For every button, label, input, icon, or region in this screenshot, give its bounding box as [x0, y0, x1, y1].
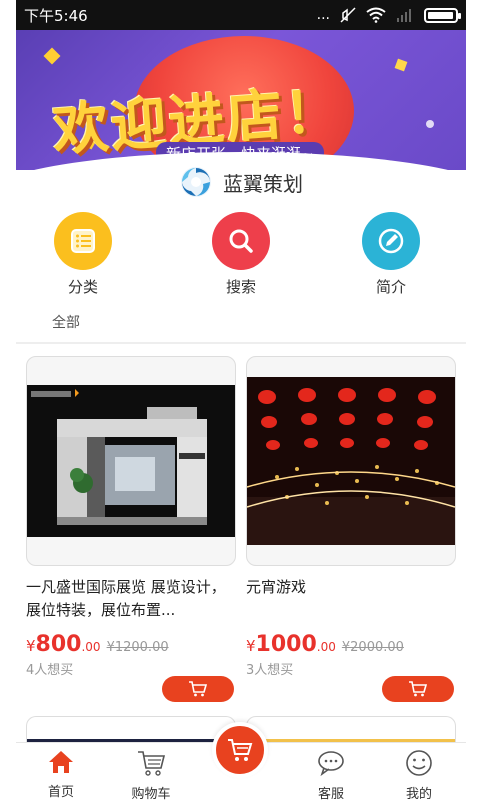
shop-brand: 蓝翼策划: [16, 162, 466, 202]
search-icon: [229, 229, 253, 253]
red-lanterns-image: [247, 377, 455, 545]
cart-icon: [228, 739, 253, 761]
chat-icon: [318, 751, 344, 777]
blue-swirl-logo-icon: [181, 167, 211, 197]
edit-icon: [378, 228, 404, 254]
price-decimal: .00: [81, 640, 101, 654]
exhibition-booth-image: [27, 385, 235, 537]
original-price: ¥2000.00: [341, 640, 404, 655]
nav-category-label: 分类: [67, 278, 98, 296]
list-icon: [71, 229, 95, 253]
home-icon: [49, 751, 73, 773]
battery-icon: [424, 7, 461, 23]
more-dots-icon: ...: [316, 7, 330, 23]
add-to-cart-button[interactable]: [162, 676, 234, 702]
cart-icon: [409, 681, 428, 697]
product-card[interactable]: 一凡盛世国际展览 展览设计，展位特装，展位布置... ¥800.00 ¥1200…: [26, 356, 236, 702]
tab-service[interactable]: 客服: [296, 749, 366, 800]
price-decimal: .00: [316, 640, 336, 654]
price-row: ¥1000.00 ¥2000.00: [246, 632, 456, 657]
price-integer: 800: [35, 632, 82, 657]
filter-all[interactable]: 全部: [52, 312, 80, 332]
confetti-icon: [43, 47, 61, 65]
status-bar: 下午5:46 ...: [16, 0, 466, 30]
price-value: ¥800.00: [26, 632, 101, 657]
original-price: ¥1200.00: [106, 640, 169, 655]
quick-nav: 分类 搜索 简介: [16, 212, 466, 302]
nav-category[interactable]: 分类: [38, 212, 128, 297]
add-to-cart-button[interactable]: [382, 676, 454, 702]
nav-search[interactable]: 搜索: [196, 212, 286, 297]
price-currency: ¥: [246, 637, 256, 655]
tab-home-label: 首页: [47, 785, 74, 800]
tab-home[interactable]: 首页: [26, 749, 96, 800]
tab-profile-label: 我的: [405, 787, 432, 800]
status-icons: ...: [316, 7, 461, 23]
price-currency: ¥: [26, 637, 36, 655]
divider: [16, 342, 466, 344]
search-circle[interactable]: [212, 212, 270, 270]
product-title[interactable]: 一凡盛世国际展览 展览设计，展位特装，展位布置...: [26, 576, 236, 622]
shop-name: 蓝翼策划: [223, 171, 303, 196]
product-image[interactable]: [246, 356, 456, 566]
product-card[interactable]: 元宵游戏 ¥1000.00 ¥2000.00 3人想买: [246, 356, 456, 702]
price-value: ¥1000.00: [246, 632, 336, 657]
tab-cart-label: 购物车: [131, 787, 171, 800]
nav-intro[interactable]: 简介: [346, 212, 436, 297]
cart-icon: [189, 681, 208, 697]
nav-intro-label: 简介: [375, 278, 406, 296]
status-time: 下午5:46: [24, 6, 88, 25]
center-cart-button[interactable]: [212, 722, 268, 778]
cart-icon: [138, 751, 166, 776]
price-integer: 1000: [255, 632, 317, 657]
tab-profile[interactable]: 我的: [384, 749, 454, 800]
product-title[interactable]: 元宵游戏: [246, 576, 456, 622]
product-image[interactable]: [26, 356, 236, 566]
signal-icon: [397, 9, 411, 22]
smile-icon: [406, 750, 432, 776]
tab-service-label: 客服: [317, 787, 344, 800]
tab-cart[interactable]: 购物车: [116, 749, 186, 800]
mute-icon: [340, 7, 356, 23]
welcome-banner[interactable]: 欢迎进店！ 新店开张，快来逛逛~: [16, 30, 466, 170]
category-circle[interactable]: [54, 212, 112, 270]
price-row: ¥800.00 ¥1200.00: [26, 632, 236, 657]
wifi-icon: [366, 7, 386, 23]
nav-search-label: 搜索: [225, 278, 256, 296]
intro-circle[interactable]: [362, 212, 420, 270]
